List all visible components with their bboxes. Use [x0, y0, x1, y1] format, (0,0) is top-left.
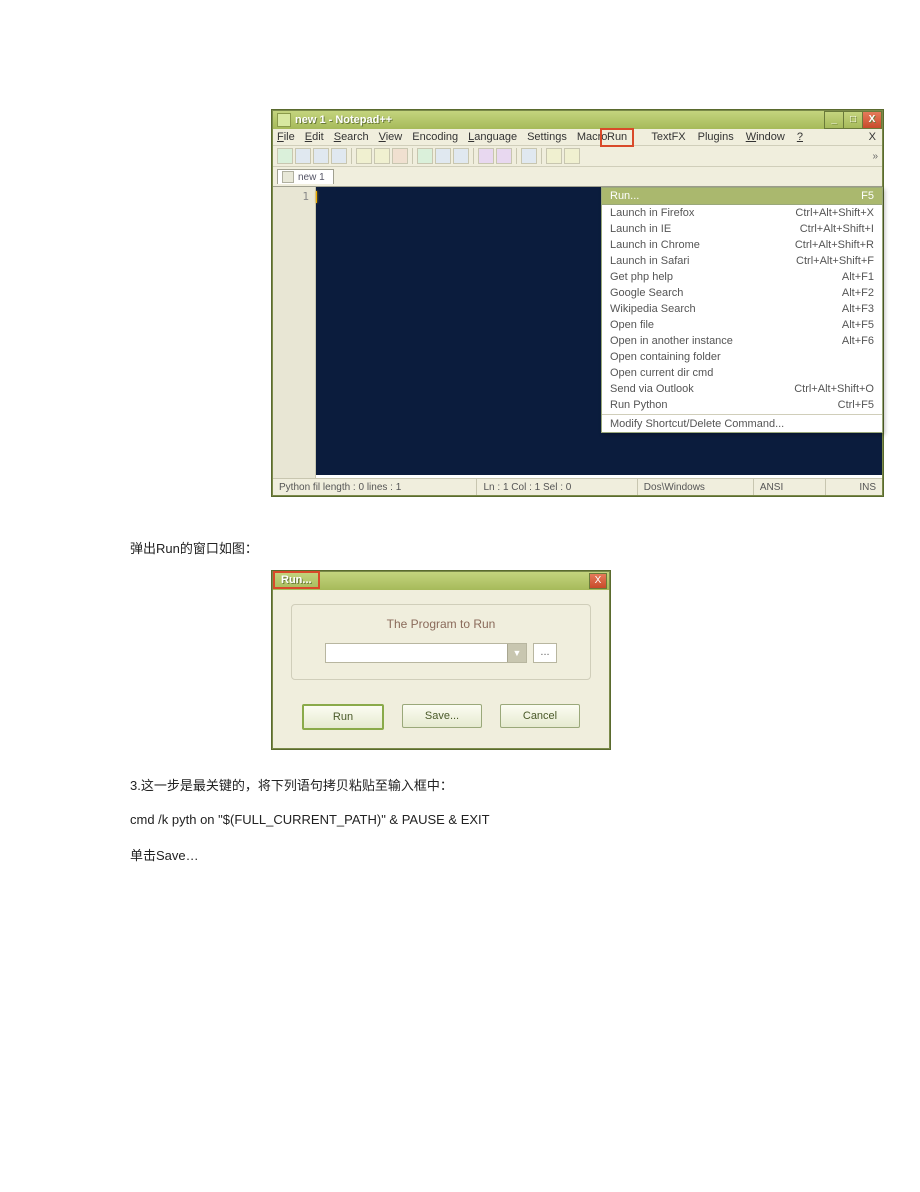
- text-cursor: [316, 191, 317, 203]
- close-button[interactable]: X: [862, 111, 882, 129]
- menu-plugins[interactable]: Plugins: [698, 131, 734, 143]
- dialog-titlebar[interactable]: Run... X: [273, 572, 609, 590]
- menu-item[interactable]: Open in another instanceAlt+F6: [602, 333, 882, 349]
- menu-edit[interactable]: Edit: [305, 131, 324, 143]
- maximize-button[interactable]: □: [843, 111, 863, 129]
- save-button[interactable]: Save...: [402, 704, 482, 728]
- menu-settings[interactable]: Settings: [527, 131, 567, 143]
- menu-window[interactable]: Window: [746, 131, 785, 143]
- zoom-icon[interactable]: [546, 148, 562, 164]
- cancel-button[interactable]: Cancel: [500, 704, 580, 728]
- menu-item-run[interactable]: Run... F5: [602, 188, 882, 205]
- command-text: cmd /k pyth on "$(FULL_CURRENT_PATH)" & …: [130, 812, 920, 827]
- menu-item[interactable]: Google SearchAlt+F2: [602, 285, 882, 301]
- status-ins: INS: [826, 479, 882, 495]
- dialog-title: Run...: [273, 571, 320, 589]
- saveall-icon[interactable]: [331, 148, 347, 164]
- menu-item-modify[interactable]: Modify Shortcut/Delete Command...: [602, 416, 882, 432]
- menu-view[interactable]: View: [379, 131, 403, 143]
- status-length: Python fil length : 0 lines : 1: [273, 479, 477, 495]
- menu-item[interactable]: Send via OutlookCtrl+Alt+Shift+O: [602, 381, 882, 397]
- status-eol: Dos\Windows: [638, 479, 754, 495]
- tab-status-icon: [282, 171, 294, 183]
- copy-icon[interactable]: [435, 148, 451, 164]
- line-gutter: 1: [273, 187, 316, 478]
- menubar: File Edit Search View Encoding Language …: [273, 129, 882, 146]
- undo-icon[interactable]: [478, 148, 494, 164]
- tab-close-x[interactable]: X: [869, 131, 876, 143]
- status-charset: ANSI: [754, 479, 826, 495]
- menu-search[interactable]: Search: [334, 131, 369, 143]
- closeall-icon[interactable]: [374, 148, 390, 164]
- menu-item[interactable]: Launch in IECtrl+Alt+Shift+I: [602, 221, 882, 237]
- tab-label: new 1: [298, 172, 325, 183]
- status-bar: Python fil length : 0 lines : 1 Ln : 1 C…: [273, 478, 882, 495]
- redo-icon[interactable]: [496, 148, 512, 164]
- close-doc-icon[interactable]: [356, 148, 372, 164]
- menu-item[interactable]: Launch in FirefoxCtrl+Alt+Shift+X: [602, 205, 882, 221]
- fieldset-legend: The Program to Run: [304, 613, 578, 643]
- step-3-text: 3.这一步是最关键的，将下列语句拷贝粘贴至输入框中：: [130, 775, 920, 794]
- menu-help[interactable]: ?: [797, 131, 803, 143]
- open-icon[interactable]: [295, 148, 311, 164]
- wrap-icon[interactable]: [564, 148, 580, 164]
- toolbar: »: [273, 146, 882, 167]
- menu-language[interactable]: Language: [468, 131, 517, 143]
- menu-item[interactable]: Open containing folder: [602, 349, 882, 365]
- menu-textfx[interactable]: TextFX: [651, 131, 685, 143]
- menu-item[interactable]: Open fileAlt+F5: [602, 317, 882, 333]
- menu-item[interactable]: Launch in ChromeCtrl+Alt+Shift+R: [602, 237, 882, 253]
- notepadpp-window: new 1 - Notepad++ _ □ X File Edit Search…: [272, 110, 883, 496]
- browse-button[interactable]: ...: [533, 643, 557, 663]
- menu-item[interactable]: Run PythonCtrl+F5: [602, 397, 882, 413]
- save-instruction: 单击Save…: [130, 845, 920, 864]
- line-number: 1: [273, 190, 309, 203]
- minimize-button[interactable]: _: [824, 111, 844, 129]
- menu-item[interactable]: Open current dir cmd: [602, 365, 882, 381]
- toolbar-overflow-icon[interactable]: »: [872, 151, 878, 162]
- run-button[interactable]: Run: [302, 704, 384, 730]
- dialog-close-button[interactable]: X: [589, 573, 607, 589]
- run-dialog: Run... X The Program to Run ▼ ... Run: [272, 571, 610, 749]
- save-icon[interactable]: [313, 148, 329, 164]
- program-fieldset: The Program to Run ▼ ...: [291, 604, 591, 680]
- menu-encoding[interactable]: Encoding: [412, 131, 458, 143]
- tab-strip: new 1: [273, 167, 882, 187]
- program-input[interactable]: [326, 644, 507, 662]
- paste-icon[interactable]: [453, 148, 469, 164]
- menu-file[interactable]: File: [277, 131, 295, 143]
- new-icon[interactable]: [277, 148, 293, 164]
- combo-dropdown-button[interactable]: ▼: [507, 644, 526, 662]
- program-combobox[interactable]: ▼: [325, 643, 527, 663]
- menu-item[interactable]: Launch in SafariCtrl+Alt+Shift+F: [602, 253, 882, 269]
- app-icon: [277, 113, 291, 127]
- menu-item[interactable]: Wikipedia SearchAlt+F3: [602, 301, 882, 317]
- cut-icon[interactable]: [417, 148, 433, 164]
- run-dropdown: Run... F5 Launch in FirefoxCtrl+Alt+Shif…: [601, 187, 883, 433]
- print-icon[interactable]: [392, 148, 408, 164]
- window-title: new 1 - Notepad++: [295, 114, 392, 126]
- status-cursor: Ln : 1 Col : 1 Sel : 0: [477, 479, 637, 495]
- caption-1: 弹出Run的窗口如图：: [130, 538, 920, 557]
- menu-item[interactable]: Get php helpAlt+F1: [602, 269, 882, 285]
- document-tab[interactable]: new 1: [277, 169, 334, 184]
- find-icon[interactable]: [521, 148, 537, 164]
- menu-run-highlighted[interactable]: Run: [600, 128, 634, 147]
- window-titlebar[interactable]: new 1 - Notepad++ _ □ X: [273, 111, 882, 129]
